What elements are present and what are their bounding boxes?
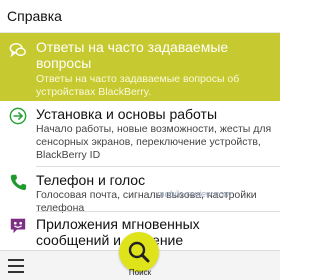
menu-icon[interactable] — [8, 259, 24, 273]
help-item-description: Начало работы, новые возможности, жесты … — [36, 123, 272, 161]
help-item-title: Ответы на часто задаваемые вопросы — [36, 39, 229, 71]
help-item-faq[interactable]: Ответы на часто задаваемые вопросы Ответ… — [0, 33, 280, 101]
search-button[interactable] — [119, 232, 159, 272]
help-item-title: Телефон и голос — [36, 172, 146, 188]
help-screen: Справка Ответы на часто задаваемые вопро… — [0, 0, 280, 280]
messenger-icon — [10, 218, 26, 234]
page-title: Справка — [7, 8, 62, 24]
search-label: Поиск — [128, 268, 152, 277]
chat-bubbles-icon — [9, 42, 26, 58]
help-item-title: Установка и основы работы — [36, 106, 218, 122]
search-icon — [128, 241, 150, 263]
arrow-right-circle-icon — [9, 107, 27, 125]
help-item-description: Ответы на часто задаваемые вопросы об ус… — [36, 73, 240, 98]
app-header: Справка — [0, 0, 280, 33]
help-item-phone[interactable]: Телефон и голос Голосовая почта, сигналы… — [0, 167, 280, 214]
help-item-setup[interactable]: Установка и основы работы Начало работы,… — [0, 101, 280, 168]
watermark: mobile-review.com — [157, 189, 232, 199]
phone-icon — [10, 174, 27, 191]
